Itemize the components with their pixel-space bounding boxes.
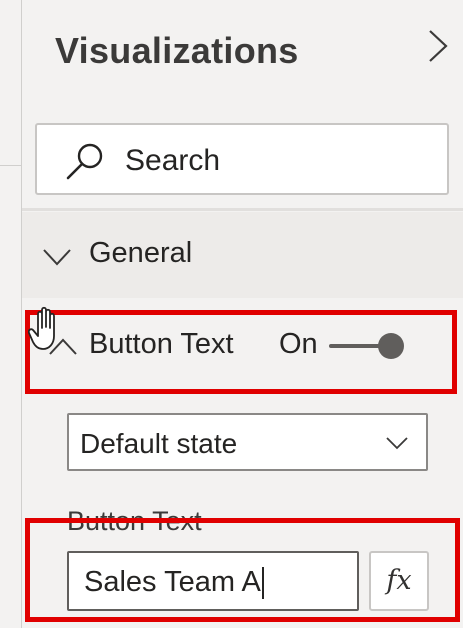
section-button-text[interactable]: Button Text On	[22, 300, 463, 394]
hand-cursor-icon	[28, 306, 55, 350]
state-dropdown-value: Default state	[80, 428, 238, 459]
state-dropdown[interactable]: Default state	[67, 413, 428, 471]
collapse-pane-button[interactable]	[424, 26, 454, 66]
search-icon	[66, 143, 103, 180]
search-field[interactable]: Search	[35, 123, 449, 195]
section-separator	[22, 208, 463, 211]
section-general-label: General	[89, 237, 193, 269]
section-button-text-label: Button Text	[89, 328, 234, 360]
highlight-box	[25, 518, 460, 622]
report-canvas-edge	[0, 0, 22, 628]
chevron-down-icon	[43, 249, 71, 266]
canvas-divider	[0, 165, 22, 166]
chevron-down-icon	[386, 437, 408, 450]
section-general[interactable]: General	[22, 212, 463, 298]
chevron-right-icon	[429, 30, 448, 62]
button-text-toggle[interactable]	[328, 331, 406, 361]
toggle-state-label: On	[279, 328, 318, 360]
pane-title: Visualizations	[55, 30, 299, 71]
search-placeholder: Search	[125, 144, 221, 177]
visualizations-pane: Visualizations Search General Button Tex…	[22, 0, 463, 628]
